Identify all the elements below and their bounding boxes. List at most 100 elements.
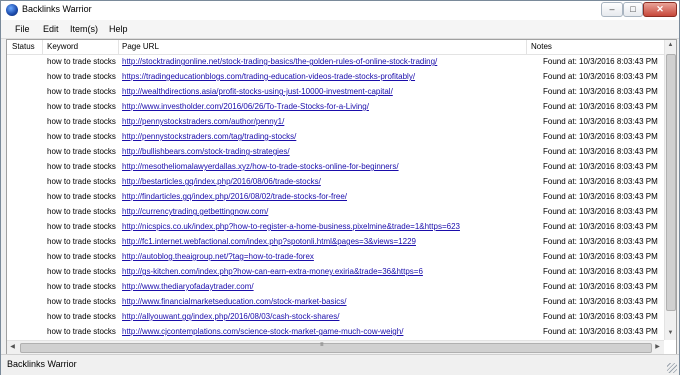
resize-grip-icon[interactable] [667,363,677,373]
table-row[interactable]: how to trade stocks http://nicspics.co.uk… [7,220,664,235]
table-row[interactable]: how to trade stocks http://findarticles.g… [7,190,664,205]
title-bar[interactable]: Backlinks Warrior – □ ✕ [1,1,679,20]
column-header-page-url[interactable]: Page URL [122,42,159,51]
keyword-cell: how to trade stocks [47,162,116,171]
table-row[interactable]: how to trade stocks http://bestarticles.g… [7,175,664,190]
notes-cell: Found at: 10/3/2016 8:03:43 PM [543,252,658,261]
table-row[interactable]: how to trade stocks http://fc1.internet.w… [7,235,664,250]
menu-help[interactable]: Help [109,24,128,34]
page-url-link[interactable]: http://www.cjcontemplations.com/science-… [122,327,403,336]
minimize-button[interactable]: – [601,2,623,17]
maximize-icon: □ [630,4,636,14]
table-row[interactable]: how to trade stocks https://tradingeducat… [7,70,664,85]
notes-cell: Found at: 10/3/2016 8:03:43 PM [543,222,658,231]
column-header-notes[interactable]: Notes [531,42,552,51]
page-url-link[interactable]: http://mesotheliomalawyerdallas.xyz/how-… [122,162,399,171]
app-globe-icon [6,4,18,16]
menu-file[interactable]: File [15,24,30,34]
scroll-grip-icon: ≡ [320,342,324,348]
table-row[interactable]: how to trade stocks http://www.thediaryof… [7,280,664,295]
keyword-cell: how to trade stocks [47,312,116,321]
vertical-scroll-thumb[interactable] [666,54,676,311]
keyword-cell: how to trade stocks [47,72,116,81]
notes-cell: Found at: 10/3/2016 8:03:43 PM [543,327,658,336]
status-text: Backlinks Warrior [7,359,77,369]
keyword-cell: how to trade stocks [47,207,116,216]
menu-items[interactable]: Item(s) [70,24,98,34]
horizontal-scroll-thumb[interactable] [20,343,652,353]
table-row[interactable]: how to trade stocks http://wealthdirectio… [7,85,664,100]
page-url-link[interactable]: http://currencytrading.getbettingnow.com… [122,207,268,216]
column-divider[interactable] [526,40,527,54]
notes-cell: Found at: 10/3/2016 8:03:43 PM [543,117,658,126]
notes-cell: Found at: 10/3/2016 8:03:43 PM [543,192,658,201]
app-window: Backlinks Warrior – □ ✕ File Edit Item(s… [0,0,680,375]
page-url-link[interactable]: http://fc1.internet.webfactional.com/ind… [122,237,416,246]
window-title: Backlinks Warrior [22,4,92,14]
table-row[interactable]: how to trade stocks http://autoblog.theai… [7,250,664,265]
keyword-cell: how to trade stocks [47,237,116,246]
column-divider[interactable] [42,40,43,54]
keyword-cell: how to trade stocks [47,192,116,201]
column-header-keyword[interactable]: Keyword [47,42,78,51]
page-url-link[interactable]: http://bestarticles.gq/index.php/2016/08… [122,177,321,186]
notes-cell: Found at: 10/3/2016 8:03:43 PM [543,267,658,276]
keyword-cell: how to trade stocks [47,297,116,306]
close-icon: ✕ [656,4,664,14]
page-url-link[interactable]: http://nicspics.co.uk/index.php?how-to-r… [122,222,460,231]
keyword-cell: how to trade stocks [47,57,116,66]
notes-cell: Found at: 10/3/2016 8:03:43 PM [543,207,658,216]
notes-cell: Found at: 10/3/2016 8:03:43 PM [543,102,658,111]
page-url-link[interactable]: http://www.financialmarketseducation.com… [122,297,347,306]
list-rows: how to trade stocks http://stocktradingon… [7,55,664,354]
page-url-link[interactable]: http://gs-kitchen.com/index.php?how-can-… [122,267,423,276]
keyword-cell: how to trade stocks [47,222,116,231]
page-url-link[interactable]: http://wealthdirections.asia/profit-stoc… [122,87,393,96]
notes-cell: Found at: 10/3/2016 8:03:43 PM [543,132,658,141]
table-row[interactable]: how to trade stocks http://stocktradingon… [7,55,664,70]
column-divider[interactable] [118,40,119,54]
close-button[interactable]: ✕ [643,2,677,17]
horizontal-scrollbar[interactable]: ◀ ≡ ▶ [7,340,664,354]
scroll-right-icon[interactable]: ▶ [652,341,663,354]
scroll-down-icon[interactable]: ▼ [665,328,676,339]
vertical-scrollbar[interactable]: ▲ ▼ [664,40,676,340]
page-url-link[interactable]: http://allyouwant.gq/index.php/2016/08/0… [122,312,339,321]
page-url-link[interactable]: http://pennystockstraders.com/tag/tradin… [122,132,296,141]
table-row[interactable]: how to trade stocks http://allyouwant.gq/… [7,310,664,325]
minimize-icon: – [609,4,615,14]
table-row[interactable]: how to trade stocks http://pennystockstra… [7,115,664,130]
page-url-link[interactable]: http://stocktradingonline.net/stock-trad… [122,57,437,66]
maximize-button[interactable]: □ [623,2,643,17]
page-url-link[interactable]: http://pennystockstraders.com/author/pen… [122,117,284,126]
column-header-status[interactable]: Status [12,42,35,51]
keyword-cell: how to trade stocks [47,147,116,156]
page-url-link[interactable]: http://www.thediaryofadaytrader.com/ [122,282,254,291]
table-row[interactable]: how to trade stocks http://www.financialm… [7,295,664,310]
results-list[interactable]: Status Keyword Page URL Notes how to tra… [6,39,677,355]
table-row[interactable]: how to trade stocks http://www.investhold… [7,100,664,115]
notes-cell: Found at: 10/3/2016 8:03:43 PM [543,177,658,186]
notes-cell: Found at: 10/3/2016 8:03:43 PM [543,162,658,171]
table-row[interactable]: how to trade stocks http://mesotheliomala… [7,160,664,175]
scroll-up-icon[interactable]: ▲ [665,40,676,51]
table-row[interactable]: how to trade stocks http://pennystockstra… [7,130,664,145]
page-url-link[interactable]: http://www.investholder.com/2016/06/26/T… [122,102,369,111]
page-url-link[interactable]: http://findarticles.gq/index.php/2016/08… [122,192,347,201]
page-url-link[interactable]: https://tradingeducationblogs.com/tradin… [122,72,415,81]
notes-cell: Found at: 10/3/2016 8:03:43 PM [543,237,658,246]
notes-cell: Found at: 10/3/2016 8:03:43 PM [543,282,658,291]
table-row[interactable]: how to trade stocks http://bullishbears.c… [7,145,664,160]
keyword-cell: how to trade stocks [47,327,116,336]
table-row[interactable]: how to trade stocks http://currencytradin… [7,205,664,220]
status-bar: Backlinks Warrior [1,354,679,375]
page-url-link[interactable]: http://bullishbears.com/stock-trading-st… [122,147,290,156]
page-url-link[interactable]: http://autoblog.theaigroup.net/?tag=how-… [122,252,314,261]
table-row[interactable]: how to trade stocks http://gs-kitchen.com… [7,265,664,280]
scroll-left-icon[interactable]: ◀ [7,341,18,354]
keyword-cell: how to trade stocks [47,132,116,141]
table-row[interactable]: how to trade stocks http://www.cjcontempl… [7,325,664,340]
menu-edit[interactable]: Edit [43,24,59,34]
notes-cell: Found at: 10/3/2016 8:03:43 PM [543,147,658,156]
menu-bar: File Edit Item(s) Help [1,20,679,39]
